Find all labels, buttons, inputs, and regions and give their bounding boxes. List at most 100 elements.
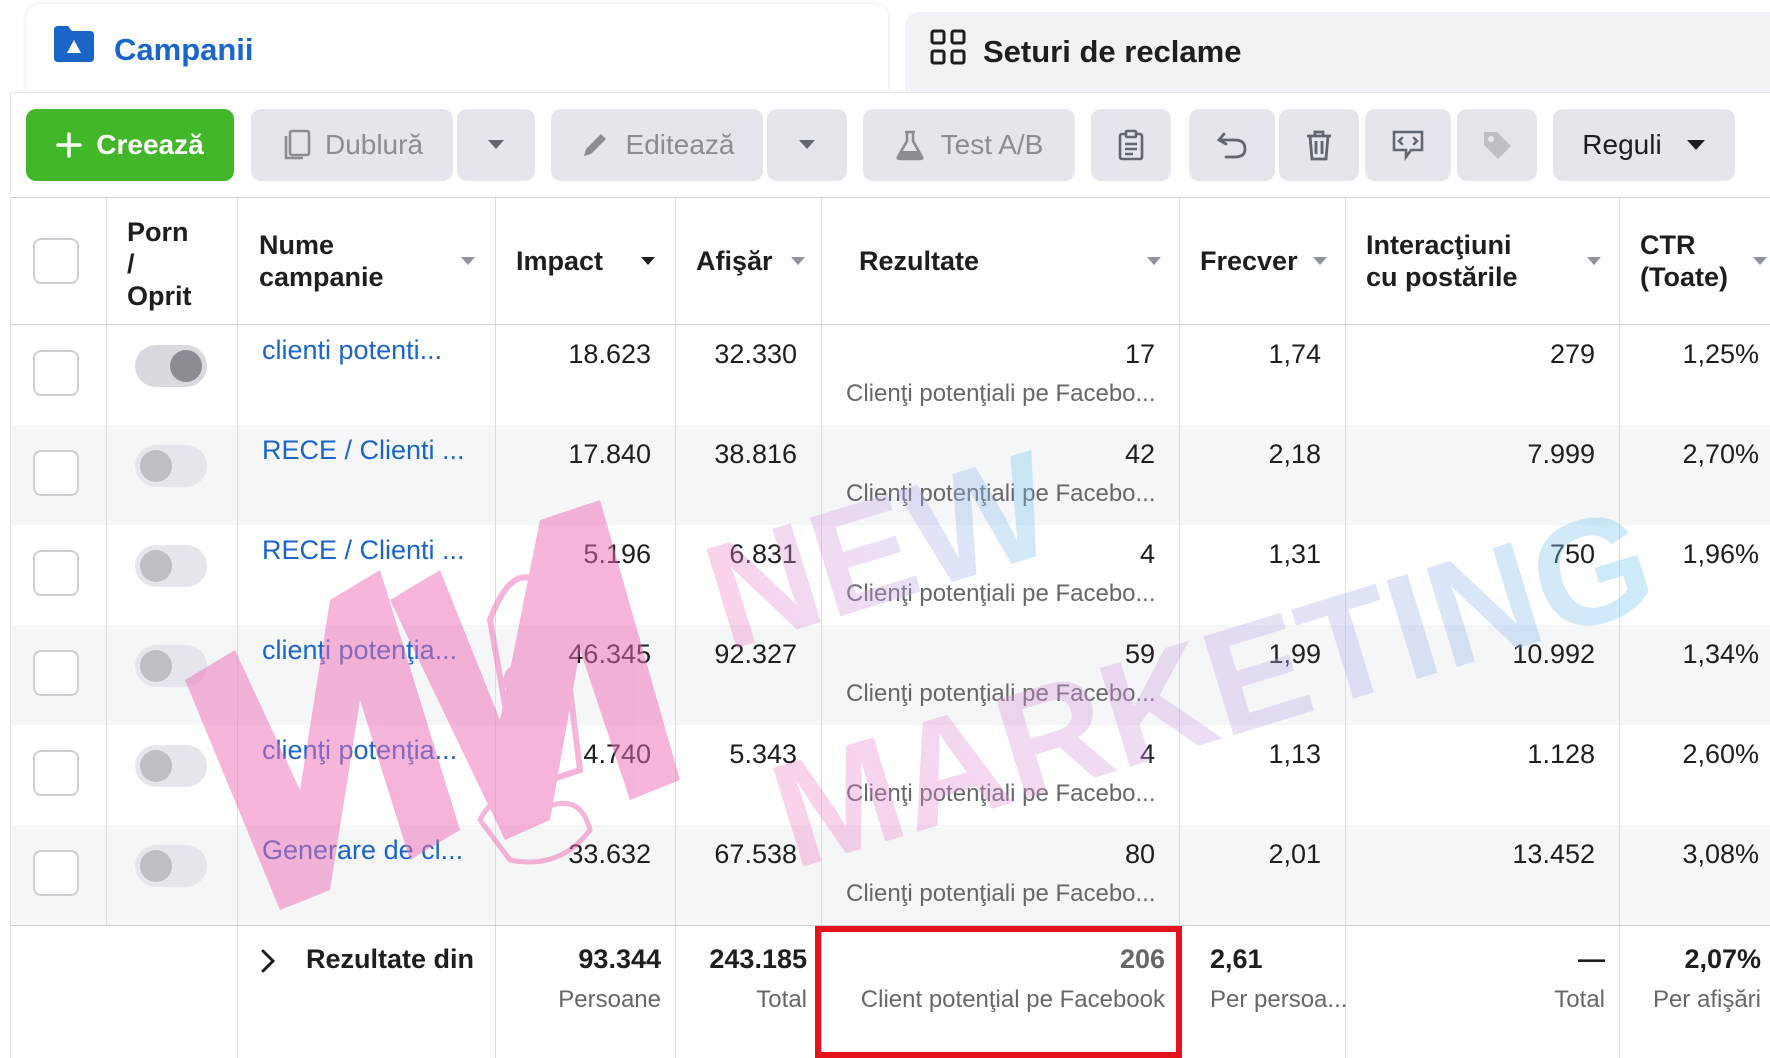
toggle-knob: [140, 850, 172, 882]
header-ctr-line2: (Toate): [1640, 262, 1728, 292]
ctr-value: 2,60%: [1682, 739, 1759, 769]
header-engagement[interactable]: Interacţiuni cu postările: [1346, 198, 1620, 325]
delete-button[interactable]: [1279, 109, 1359, 181]
campaign-name-link[interactable]: Generare de cl...: [262, 835, 463, 866]
trash-icon: [1307, 130, 1331, 161]
totals-impact: 93.344 Persoane: [496, 926, 676, 1058]
undo-button[interactable]: [1189, 109, 1275, 181]
campaign-name-link[interactable]: RECE / Clienti ...: [262, 535, 465, 566]
sort-icon: [641, 257, 655, 265]
campaign-toggle[interactable]: [135, 845, 207, 887]
frequency-value: 1,13: [1268, 739, 1321, 769]
campaign-name-link[interactable]: RECE / Clienti ...: [262, 435, 465, 466]
campaign-name-link[interactable]: clienţi potenţia...: [262, 735, 457, 766]
row-checkbox[interactable]: [33, 850, 79, 896]
ctr-value: 2,70%: [1682, 439, 1759, 469]
results-type: Clienţi potenţiali pe Facebo...: [846, 780, 1156, 807]
tag-button[interactable]: [1457, 109, 1537, 181]
table-row[interactable]: Generare de cl... 33.632 67.538 80 Clienţ…: [11, 825, 1770, 925]
duplicate-button[interactable]: Dublură: [251, 109, 453, 181]
header-name[interactable]: Nume campanie: [238, 198, 496, 325]
tab-campaigns-label: Campanii: [114, 32, 254, 67]
header-name-line2: campanie: [259, 262, 384, 292]
preview-icon: [1392, 130, 1424, 161]
preview-button[interactable]: [1365, 109, 1451, 181]
totals-engagement-sub: Total: [1554, 986, 1605, 1013]
campaign-toggle[interactable]: [135, 645, 207, 687]
tab-adsets[interactable]: Seturi de reclame: [905, 12, 1770, 92]
results-value: 42: [1124, 439, 1155, 469]
select-all-checkbox[interactable]: [33, 238, 79, 284]
results-value: 4: [1139, 739, 1155, 769]
campaign-name-link[interactable]: clienţi potenţia...: [262, 635, 457, 666]
impressions-value: 67.538: [714, 839, 797, 869]
duplicate-dropdown-button[interactable]: [457, 109, 535, 181]
campaign-toggle[interactable]: [135, 345, 207, 387]
toolbar: Creează Dublură Editează Test A/B Reguli: [10, 92, 1770, 195]
header-onoff[interactable]: Porn / Oprit: [107, 198, 238, 325]
header-impressions[interactable]: Afişăr: [676, 198, 822, 325]
totals-engagement: — Total: [1346, 926, 1620, 1058]
campaign-toggle[interactable]: [135, 545, 207, 587]
table-row[interactable]: clienţi potenţia... 4.740 5.343 4 Clienţi…: [11, 725, 1770, 825]
row-checkbox[interactable]: [33, 650, 79, 696]
table-row[interactable]: RECE / Clienti ... 5.196 6.831 4 Clienţi …: [11, 525, 1770, 625]
header-frequency[interactable]: Frecver: [1180, 198, 1346, 325]
create-button[interactable]: Creează: [26, 109, 234, 181]
impressions-value: 5.343: [729, 739, 797, 769]
totals-frequency-sub: Per persoa...: [1210, 986, 1348, 1013]
header-results-label: Rezultate: [859, 246, 980, 276]
header-results[interactable]: Rezultate: [822, 198, 1180, 325]
ctr-value: 1,25%: [1682, 339, 1759, 369]
ctr-value: 1,96%: [1682, 539, 1759, 569]
table-row[interactable]: clienţi potenţia... 46.345 92.327 59 Clie…: [11, 625, 1770, 725]
impact-value: 4.740: [583, 739, 651, 769]
table-row[interactable]: clienti potenti... 18.623 32.330 17 Clien…: [11, 325, 1770, 425]
grid-icon: [929, 28, 967, 71]
results-type: Clienţi potenţiali pe Facebo...: [846, 680, 1156, 707]
header-select-all: [11, 198, 107, 325]
totals-spacer: [11, 926, 238, 1058]
header-ctr[interactable]: CTR (Toate): [1620, 198, 1770, 325]
edit-button[interactable]: Editează: [551, 109, 763, 181]
undo-icon: [1216, 132, 1247, 159]
header-impact[interactable]: Impact: [496, 198, 676, 325]
row-checkbox[interactable]: [33, 450, 79, 496]
totals-label-cell[interactable]: Rezultate din: [238, 926, 496, 1058]
edit-label: Editează: [625, 129, 735, 160]
tab-adsets-label: Seturi de reclame: [983, 34, 1242, 69]
duplicate-label: Dublură: [324, 129, 424, 160]
clipboard-icon: [1118, 129, 1144, 161]
impact-value: 17.840: [568, 439, 651, 469]
row-checkbox[interactable]: [33, 550, 79, 596]
frequency-value: 2,18: [1268, 439, 1321, 469]
ctr-value: 3,08%: [1682, 839, 1759, 869]
campaign-toggle[interactable]: [135, 445, 207, 487]
create-label: Creează: [96, 129, 204, 160]
totals-frequency-value: 2,61: [1210, 944, 1263, 974]
rules-dropdown-button[interactable]: Reguli: [1553, 109, 1735, 181]
results-highlight-box: [815, 926, 1182, 1058]
campaign-name-link[interactable]: clienti potenti...: [262, 335, 442, 366]
row-checkbox[interactable]: [33, 750, 79, 796]
engagement-value: 750: [1549, 539, 1595, 569]
totals-impact-value: 93.344: [578, 944, 661, 974]
clipboard-button[interactable]: [1091, 109, 1171, 181]
edit-dropdown-button[interactable]: [767, 109, 847, 181]
results-type: Clienţi potenţiali pe Facebo...: [846, 880, 1156, 907]
table-row[interactable]: RECE / Clienti ... 17.840 38.816 42 Clien…: [11, 425, 1770, 525]
campaign-toggle[interactable]: [135, 745, 207, 787]
tab-campaigns[interactable]: Campanii: [26, 4, 888, 94]
sort-icon: [1587, 257, 1601, 265]
impact-value: 18.623: [568, 339, 651, 369]
impact-value: 46.345: [568, 639, 651, 669]
totals-ctr: 2,07% Per afişări: [1620, 926, 1770, 1058]
ab-test-button[interactable]: Test A/B: [863, 109, 1075, 181]
results-type: Clienţi potenţiali pe Facebo...: [846, 480, 1156, 507]
results-value: 80: [1124, 839, 1155, 869]
header-onoff-line3: Oprit: [127, 281, 192, 311]
row-checkbox[interactable]: [33, 350, 79, 396]
totals-impressions: 243.185 Total: [676, 926, 822, 1058]
impact-value: 33.632: [568, 839, 651, 869]
toggle-knob: [140, 450, 172, 482]
